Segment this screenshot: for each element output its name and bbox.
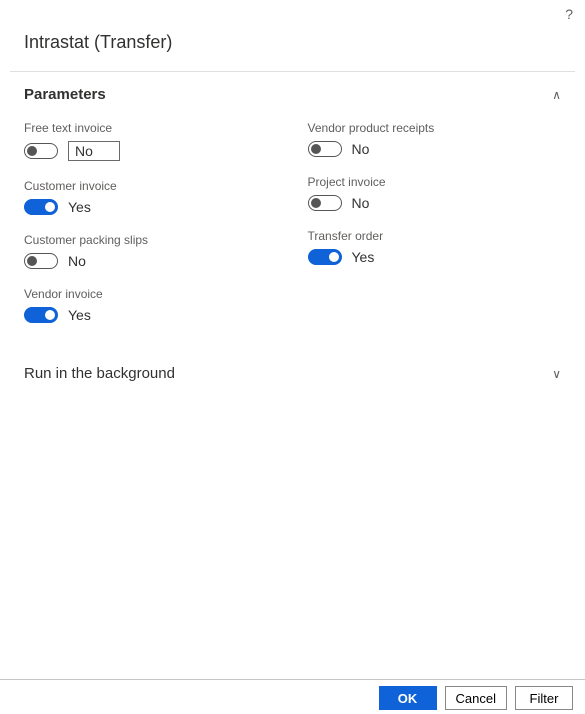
toggle-vendor-product-receipts[interactable] bbox=[308, 141, 342, 157]
label-vendor-invoice: Vendor invoice bbox=[24, 287, 278, 301]
parameters-header[interactable]: Parameters ∧ bbox=[24, 86, 561, 113]
field-customer-packing-slips: Customer packing slips No bbox=[24, 233, 278, 269]
help-icon[interactable]: ? bbox=[565, 6, 573, 22]
label-project-invoice: Project invoice bbox=[308, 175, 562, 189]
run-background-header[interactable]: Run in the background ∨ bbox=[24, 365, 561, 382]
cancel-button[interactable]: Cancel bbox=[445, 686, 507, 710]
run-background-title: Run in the background bbox=[24, 365, 175, 382]
parameters-title: Parameters bbox=[24, 86, 106, 103]
label-free-text-invoice: Free text invoice bbox=[24, 121, 278, 135]
value-vendor-invoice: Yes bbox=[68, 307, 91, 323]
field-vendor-invoice: Vendor invoice Yes bbox=[24, 287, 278, 323]
value-vendor-product-receipts: No bbox=[352, 141, 370, 157]
parameters-col-right: Vendor product receipts No Project invoi… bbox=[308, 121, 562, 341]
parameters-col-left: Free text invoice Customer invoice Yes C… bbox=[24, 121, 278, 341]
toggle-transfer-order[interactable] bbox=[308, 249, 342, 265]
field-free-text-invoice: Free text invoice bbox=[24, 121, 278, 161]
label-vendor-product-receipts: Vendor product receipts bbox=[308, 121, 562, 135]
field-project-invoice: Project invoice No bbox=[308, 175, 562, 211]
dialog-footer: OK Cancel Filter bbox=[0, 679, 585, 714]
toggle-free-text-invoice[interactable] bbox=[24, 143, 58, 159]
ok-button[interactable]: OK bbox=[379, 686, 437, 710]
toggle-customer-invoice[interactable] bbox=[24, 199, 58, 215]
field-vendor-product-receipts: Vendor product receipts No bbox=[308, 121, 562, 157]
chevron-up-icon: ∧ bbox=[552, 89, 561, 101]
run-background-section: Run in the background ∨ bbox=[0, 347, 585, 400]
toggle-customer-packing-slips[interactable] bbox=[24, 253, 58, 269]
dialog-title: Intrastat (Transfer) bbox=[0, 22, 585, 71]
chevron-down-icon: ∨ bbox=[552, 368, 561, 380]
parameters-section: Parameters ∧ Free text invoice Customer … bbox=[0, 72, 585, 347]
filter-button[interactable]: Filter bbox=[515, 686, 573, 710]
toggle-vendor-invoice[interactable] bbox=[24, 307, 58, 323]
value-transfer-order: Yes bbox=[352, 249, 375, 265]
value-customer-packing-slips: No bbox=[68, 253, 86, 269]
parameters-body: Free text invoice Customer invoice Yes C… bbox=[24, 113, 561, 341]
label-customer-invoice: Customer invoice bbox=[24, 179, 278, 193]
value-customer-invoice: Yes bbox=[68, 199, 91, 215]
value-project-invoice: No bbox=[352, 195, 370, 211]
field-transfer-order: Transfer order Yes bbox=[308, 229, 562, 265]
label-customer-packing-slips: Customer packing slips bbox=[24, 233, 278, 247]
label-transfer-order: Transfer order bbox=[308, 229, 562, 243]
toggle-project-invoice[interactable] bbox=[308, 195, 342, 211]
input-free-text-invoice[interactable] bbox=[68, 141, 120, 161]
field-customer-invoice: Customer invoice Yes bbox=[24, 179, 278, 215]
